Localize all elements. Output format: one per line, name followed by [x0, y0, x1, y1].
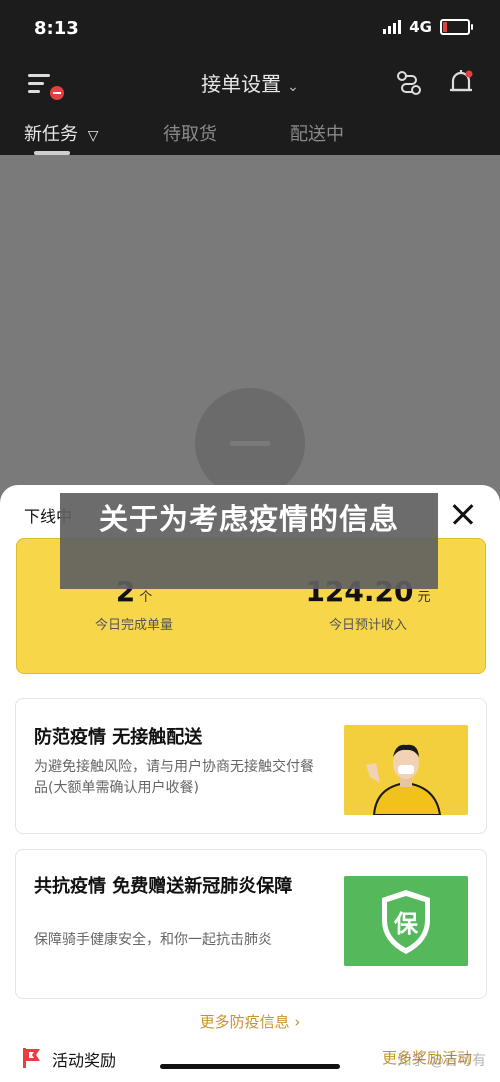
network-label: 4G — [409, 18, 432, 36]
home-indicator[interactable] — [160, 1064, 340, 1069]
page-title: 接单设置 — [201, 72, 282, 96]
more-epidemic-info-link[interactable]: 更多防疫信息 › — [0, 1011, 500, 1032]
map-backdrop — [0, 155, 500, 498]
signal-icon — [383, 20, 402, 34]
shield-label: 保 — [394, 910, 418, 938]
insurance-image: 保 — [344, 876, 468, 966]
status-indicators: 4G — [383, 18, 473, 36]
filter-icon[interactable]: ▽ — [88, 128, 99, 144]
bell-icon[interactable] — [448, 68, 474, 98]
courier-illustration — [344, 725, 468, 815]
route-icon[interactable] — [396, 70, 422, 96]
status-bar: 8:13 4G — [0, 0, 500, 60]
overlay-banner: 关于为考虑疫情的信息 — [60, 493, 438, 589]
stat-orders-label: 今日完成单量 — [94, 618, 173, 633]
contactless-delivery-card[interactable]: 防范疫情 无接触配送 为避免接触风险，请与用户协商无接触交付餐品(大额单需确认用… — [15, 698, 487, 834]
app-header: 接单设置 ⌄ 新任务 ▽ 待取货 配送中 — [0, 60, 500, 155]
stat-income-unit: 元 — [417, 590, 431, 605]
promo-title: 防范疫情 无接触配送 — [34, 727, 203, 748]
stat-income-label: 今日预计收入 — [328, 618, 407, 633]
activity-row: 活动奖励 更多奖励活动 知乎 @吉可有 — [0, 1040, 500, 1082]
tab-label: 新任务 — [24, 124, 78, 145]
insurance-card[interactable]: 共抗疫情 免费赠送新冠肺炎保障 保障骑手健康安全，和你一起抗击肺炎 保 — [15, 849, 487, 999]
tab-delivering[interactable]: 配送中 — [290, 120, 344, 146]
overlay-title: 关于为考虑疫情的信息 — [98, 502, 399, 536]
watermark: 知乎 @吉可有 — [397, 1053, 486, 1069]
status-time: 8:13 — [34, 18, 79, 39]
activity-rewards-label: 活动奖励 — [52, 1051, 117, 1070]
chevron-down-icon: ⌄ — [287, 79, 299, 95]
promo-title: 共抗疫情 免费赠送新冠肺炎保障 — [34, 876, 293, 897]
tab-pickup[interactable]: 待取货 — [163, 120, 217, 146]
courier-image — [344, 725, 468, 815]
go-online-button[interactable] — [195, 388, 305, 498]
stat-orders-unit: 个 — [139, 590, 153, 605]
order-tabs: 新任务 ▽ 待取货 配送中 — [0, 115, 500, 155]
order-settings-dropdown[interactable]: 接单设置 ⌄ — [0, 68, 500, 97]
tab-new-tasks[interactable]: 新任务 ▽ — [24, 120, 99, 146]
promo-description: 保障骑手健康安全，和你一起抗击肺炎 — [34, 932, 272, 948]
flag-icon — [23, 1048, 40, 1068]
battery-icon — [440, 19, 473, 35]
promo-description: 为避免接触风险，请与用户协商无接触交付餐品(大额单需确认用户收餐) — [34, 759, 314, 796]
close-icon[interactable] — [452, 503, 474, 525]
